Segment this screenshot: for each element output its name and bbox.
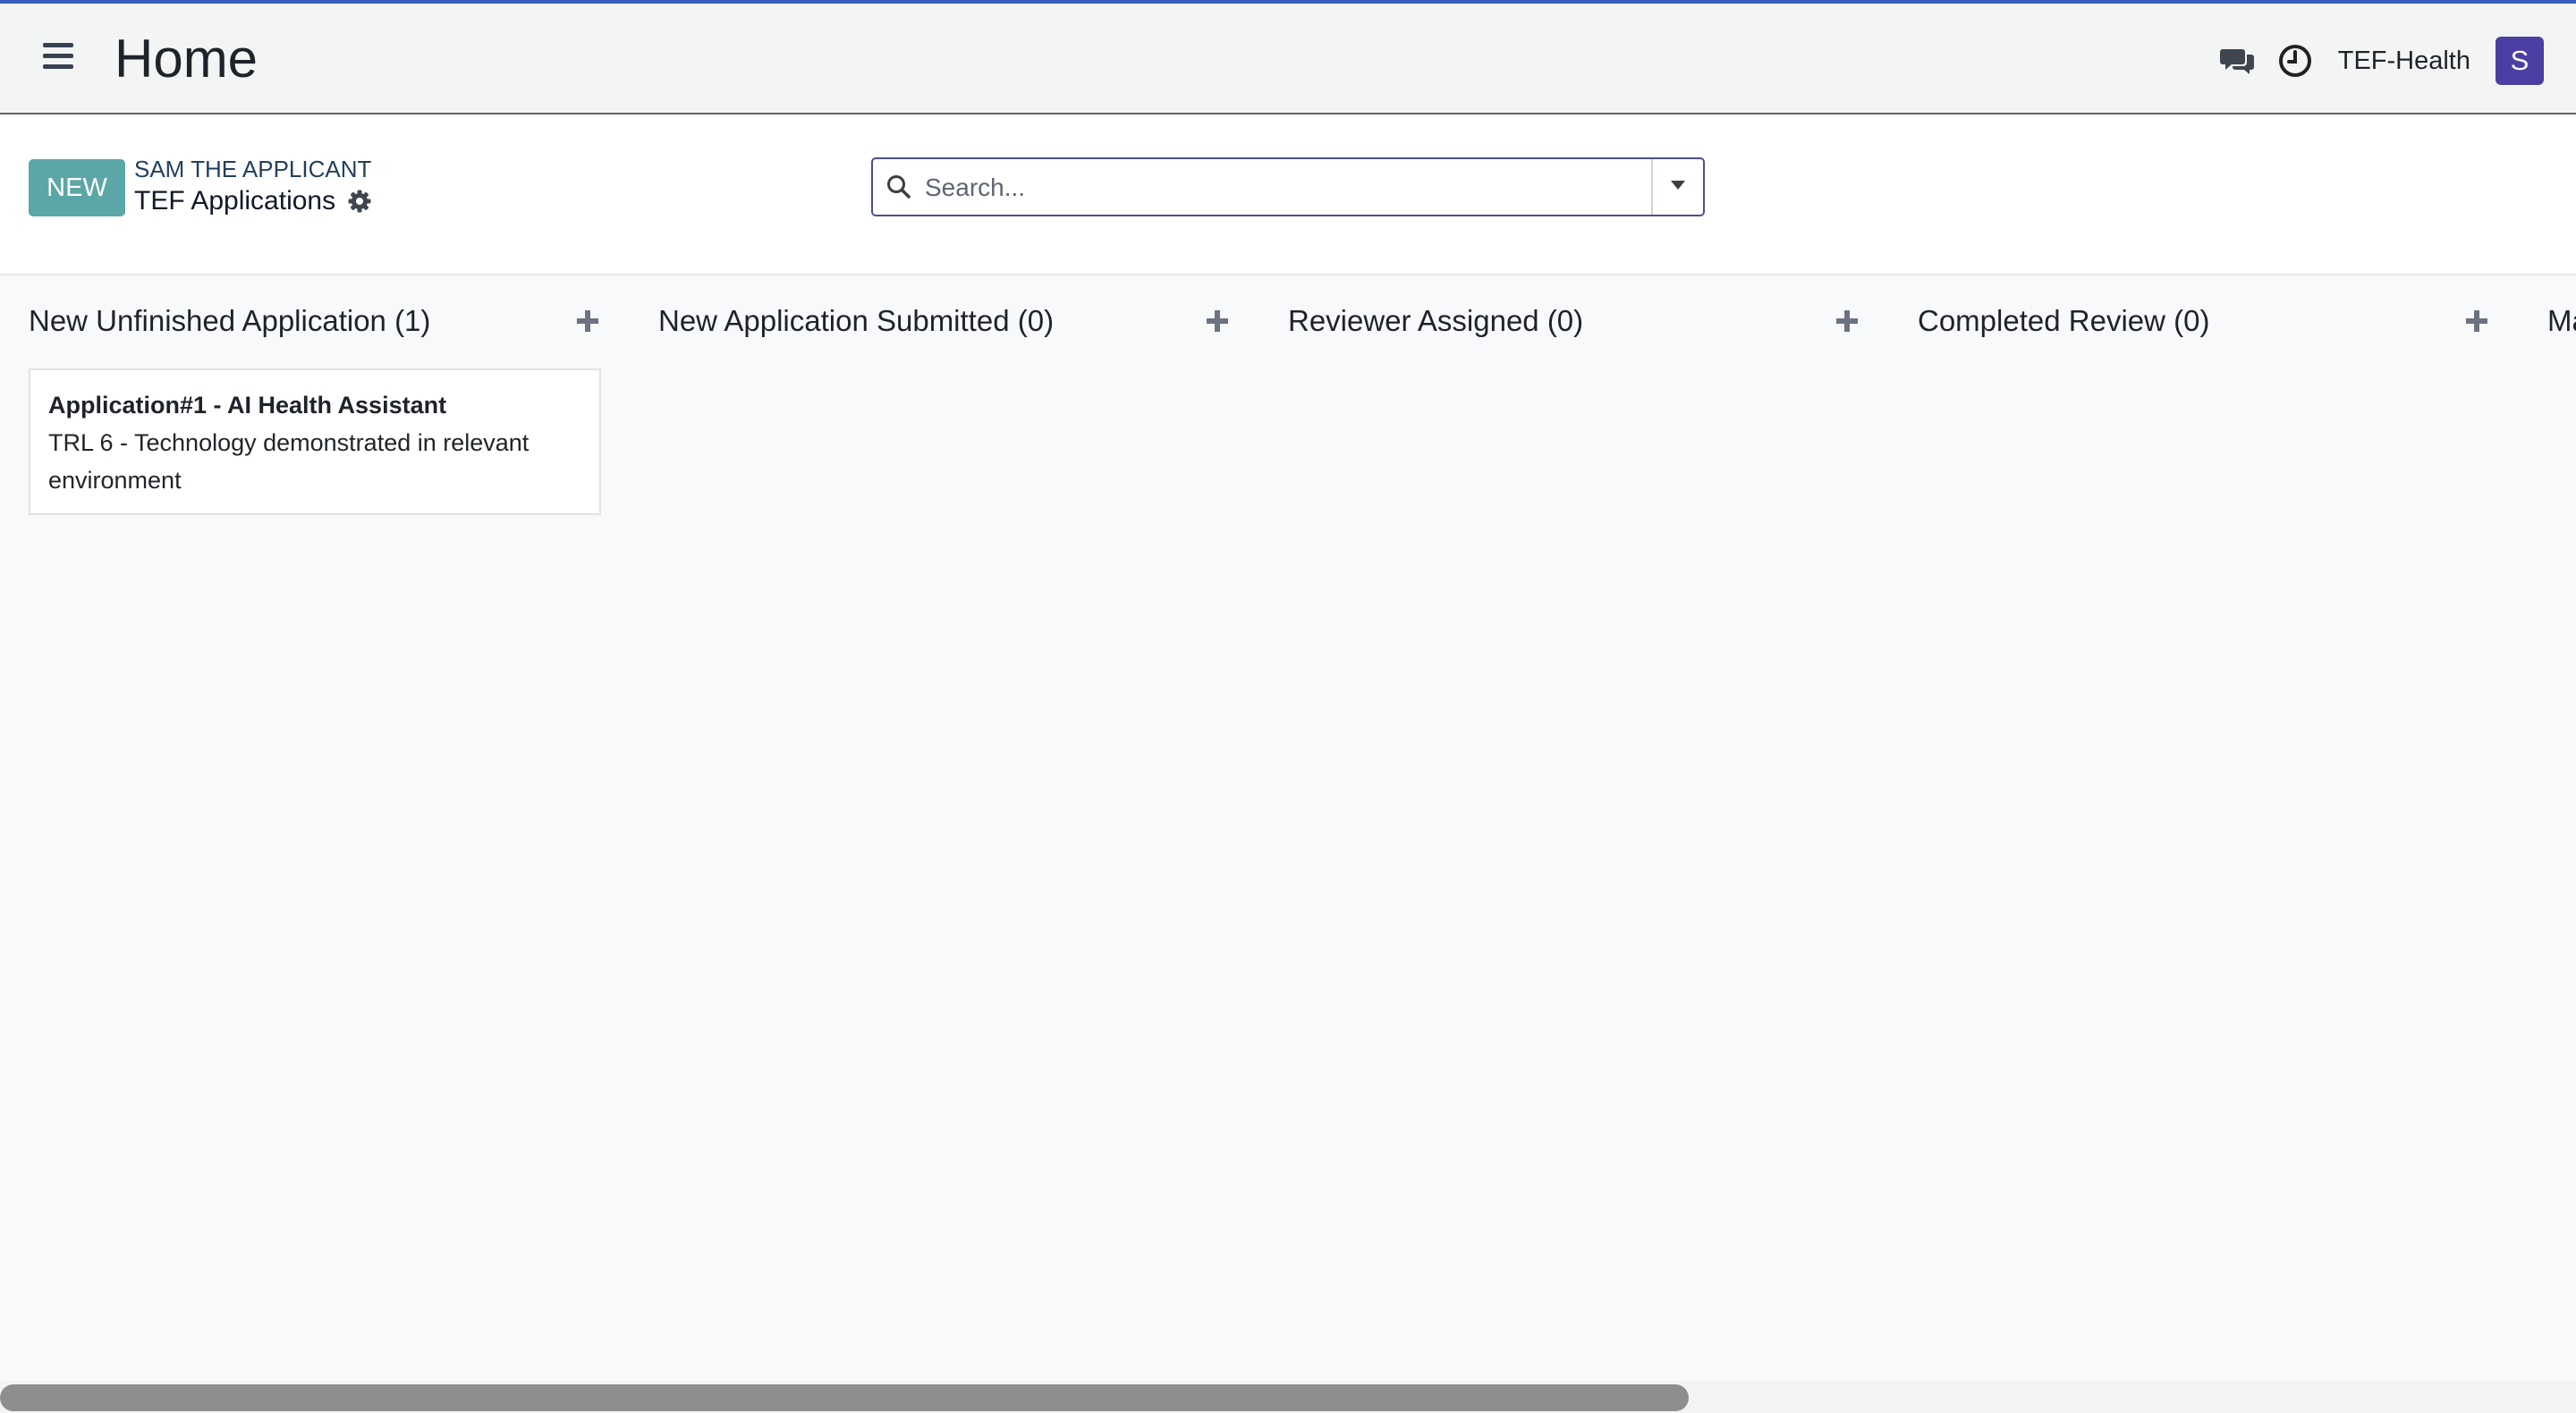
kanban-column: New Unfinished Application (1) Applicati…: [29, 275, 601, 1381]
new-button[interactable]: NEW: [29, 159, 125, 216]
quick-add-icon[interactable]: [574, 308, 601, 334]
column-title[interactable]: New Unfinished Application (1): [29, 304, 430, 338]
search-options-toggle[interactable]: [1651, 159, 1703, 215]
kanban-column: Ma: [2547, 275, 2576, 1381]
column-title[interactable]: Ma: [2547, 304, 2576, 338]
column-header: New Unfinished Application (1): [29, 275, 601, 368]
search-input[interactable]: [923, 166, 1624, 209]
quick-add-icon[interactable]: [2463, 308, 2490, 334]
search-icon: [886, 173, 912, 205]
kanban-column: Completed Review (0): [1918, 275, 2490, 1381]
card-subtitle: TRL 6 - Technology demonstrated in relev…: [48, 429, 530, 494]
gear-icon[interactable]: [348, 190, 371, 213]
column-title[interactable]: New Application Submitted (0): [658, 304, 1054, 338]
column-header: New Application Submitted (0): [658, 275, 1231, 368]
top-navbar: Home TEF-Health S: [0, 4, 2576, 114]
quick-add-icon[interactable]: [1834, 308, 1860, 334]
horizontal-scrollbar-thumb[interactable]: [0, 1384, 1689, 1411]
column-title[interactable]: Reviewer Assigned (0): [1288, 304, 1583, 338]
kanban-board: New Unfinished Application (1) Applicati…: [29, 275, 2576, 1381]
chat-icon[interactable]: [2218, 41, 2258, 80]
column-title[interactable]: Completed Review (0): [1918, 304, 2209, 338]
column-header: Ma: [2547, 275, 2576, 368]
card-title: Application#1 - AI Health Assistant: [48, 392, 447, 419]
column-header: Reviewer Assigned (0): [1288, 275, 1860, 368]
breadcrumb-current: TEF Applications: [134, 186, 371, 216]
caret-down-icon: [1670, 179, 1686, 195]
breadcrumb-parent[interactable]: SAM THE APPLICANT: [134, 156, 371, 183]
kanban-column: Reviewer Assigned (0): [1288, 275, 1860, 1381]
user-avatar[interactable]: S: [2496, 37, 2544, 85]
navbar-right-group: TEF-Health S: [2200, 36, 2544, 86]
menu-icon[interactable]: [43, 43, 73, 70]
page-title: Home: [114, 29, 258, 89]
quick-add-icon[interactable]: [1204, 308, 1231, 334]
kanban-column: New Application Submitted (0): [658, 275, 1231, 1381]
kanban-card[interactable]: Application#1 - AI Health Assistant TRL …: [29, 368, 601, 515]
column-header: Completed Review (0): [1918, 275, 2490, 368]
clock-icon[interactable]: [2275, 41, 2315, 80]
search-bar: [871, 157, 1705, 216]
breadcrumb-current-label: TEF Applications: [134, 186, 336, 216]
control-panel: NEW SAM THE APPLICANT TEF Applications: [0, 114, 2576, 275]
company-switcher[interactable]: TEF-Health: [2338, 47, 2470, 76]
